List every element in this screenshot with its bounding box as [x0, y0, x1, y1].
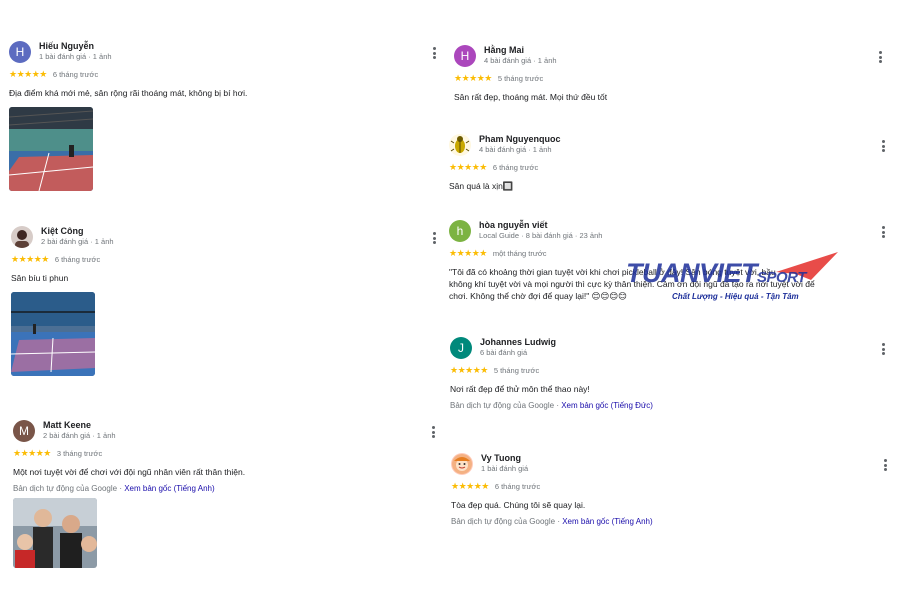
- review-card: Kiệt Công 2 bài đánh giá · 1 ảnh ★★★★★ 6 …: [11, 226, 431, 284]
- star-rating: ★★★★★: [13, 448, 51, 458]
- more-options-icon[interactable]: [882, 140, 886, 154]
- review-text: Tòa đẹp quá. Chúng tôi sẽ quay lại.: [451, 500, 586, 510]
- review-time: 5 tháng trước: [497, 73, 544, 83]
- review-photo[interactable]: [13, 498, 97, 568]
- reviewer-meta: 4 bài đánh giá · 1 ảnh: [484, 56, 557, 65]
- reviewer-name[interactable]: Kiệt Công: [41, 226, 114, 237]
- see-original-link[interactable]: Xem bản gốc (Tiếng Anh): [562, 517, 652, 526]
- avatar-initial: H: [15, 45, 25, 59]
- review-photo[interactable]: [11, 292, 95, 376]
- star-rating: ★★★★★: [451, 481, 489, 491]
- review-time: một tháng trước: [492, 248, 547, 258]
- reviewer-name[interactable]: Matt Keene: [43, 420, 116, 431]
- avatar[interactable]: M: [13, 420, 35, 442]
- avatar-initial: J: [458, 341, 464, 355]
- star-rating: ★★★★★: [11, 254, 49, 264]
- more-options-icon[interactable]: [879, 51, 883, 65]
- star-rating: ★★★★★: [449, 248, 487, 258]
- review-text: Địa điểm khá mới mẻ, sân rộng rãi thoáng…: [9, 88, 248, 98]
- more-options-icon[interactable]: [882, 343, 886, 357]
- review-text: Sân rất đẹp, thoáng mát. Mọi thứ đều tốt: [454, 92, 608, 102]
- avatar[interactable]: H: [454, 45, 476, 67]
- review-time: 5 tháng trước: [493, 365, 540, 375]
- star-rating: ★★★★★: [9, 69, 47, 79]
- avatar-initial: H: [460, 49, 470, 63]
- reviewer-meta: 2 bài đánh giá · 1 ảnh: [41, 237, 114, 246]
- more-options-icon[interactable]: [432, 426, 436, 440]
- avatar-initial: M: [19, 424, 29, 438]
- reviewer-meta: 1 bài đánh giá: [481, 464, 529, 473]
- avatar[interactable]: [11, 226, 33, 248]
- avatar[interactable]: [449, 134, 471, 156]
- review-time: 6 tháng trước: [494, 481, 541, 491]
- reviewer-meta: Local Guide · 8 bài đánh giá · 23 ảnh: [479, 231, 603, 240]
- reviewer-meta: 6 bài đánh giá: [480, 348, 528, 357]
- see-original-link[interactable]: Xem bản gốc (Tiếng Anh): [124, 484, 214, 493]
- avatar-initial: h: [456, 224, 464, 238]
- cartoon-avatar-icon: [452, 454, 472, 474]
- reviewer-name[interactable]: Hiếu Nguyễn: [39, 41, 112, 52]
- more-options-icon[interactable]: [884, 459, 888, 473]
- reviewer-name[interactable]: Johannes Ludwig: [480, 337, 556, 348]
- review-text: Nơi rất đẹp để thử môn thể thao này!: [450, 384, 590, 394]
- avatar[interactable]: h: [449, 220, 471, 242]
- reviewer-name[interactable]: Hằng Mai: [484, 45, 557, 56]
- review-time: 6 tháng trước: [54, 254, 101, 264]
- star-rating: ★★★★★: [454, 73, 492, 83]
- translation-note: Bản dịch tự động của Google ·: [13, 484, 125, 493]
- review-card: H Hằng Mai 4 bài đánh giá · 1 ảnh ★★★★★ 5…: [454, 45, 874, 103]
- reviewer-meta: 4 bài đánh giá · 1 ảnh: [479, 145, 552, 154]
- review-time: 3 tháng trước: [56, 448, 103, 458]
- avatar[interactable]: H: [9, 41, 31, 63]
- review-card: Pham Nguyenquoc 4 bài đánh giá · 1 ảnh ★…: [449, 134, 869, 192]
- review-photo[interactable]: [9, 107, 93, 191]
- review-text: Một nơi tuyệt vời để chơi với đội ngũ nh…: [13, 467, 246, 477]
- translation-note: Bản dịch tự động của Google ·: [450, 401, 562, 410]
- user-photo-icon: [15, 230, 29, 248]
- review-text-line: chơi. Không thể chờ đợi để quay lại!" 😊😊…: [449, 291, 628, 301]
- review-card: M Matt Keene 2 bài đánh giá · 1 ảnh ★★★★…: [13, 420, 433, 493]
- translation-note: Bản dịch tự động của Google ·: [451, 517, 563, 526]
- reviewer-name[interactable]: hòa nguyễn viết: [479, 220, 602, 231]
- reviewer-meta: 2 bài đánh giá · 1 ảnh: [43, 431, 116, 440]
- review-text-line: "Tôi đã có khoảng thời gian tuyệt vời kh…: [449, 267, 776, 277]
- see-original-link[interactable]: Xem bản gốc (Tiếng Đức): [561, 401, 653, 410]
- review-text-line: không khí tuyệt vời và mọi người thì cực…: [449, 279, 815, 289]
- review-text: Sân quá là xịn🔲: [449, 181, 514, 191]
- more-options-icon[interactable]: [882, 226, 886, 240]
- star-rating: ★★★★★: [449, 162, 487, 172]
- avatar[interactable]: [451, 453, 473, 475]
- review-time: 6 tháng trước: [492, 162, 539, 172]
- beetle-icon: [450, 136, 470, 153]
- avatar[interactable]: J: [450, 337, 472, 359]
- reviewer-name[interactable]: Pham Nguyenquoc: [479, 134, 561, 145]
- reviewer-meta: 1 bài đánh giá · 1 ảnh: [39, 52, 112, 61]
- more-options-icon[interactable]: [433, 232, 437, 246]
- review-text: Sân bíu ti phun: [11, 273, 69, 283]
- review-card: H Hiếu Nguyễn 1 bài đánh giá · 1 ảnh ★★★…: [9, 41, 429, 99]
- review-time: 6 tháng trước: [52, 69, 99, 79]
- review-text: "Tôi đã có khoảng thời gian tuyệt vời kh…: [449, 266, 889, 302]
- star-rating: ★★★★★: [450, 365, 488, 375]
- more-options-icon[interactable]: [433, 47, 437, 61]
- reviewer-name[interactable]: Vy Tuong: [481, 453, 528, 464]
- review-card: J Johannes Ludwig 6 bài đánh giá ★★★★★ 5 …: [450, 337, 870, 410]
- review-card: Vy Tuong 1 bài đánh giá ★★★★★ 6 tháng trư…: [451, 453, 871, 526]
- review-card: h hòa nguyễn viết Local Guide · 8 bài đá…: [449, 220, 889, 302]
